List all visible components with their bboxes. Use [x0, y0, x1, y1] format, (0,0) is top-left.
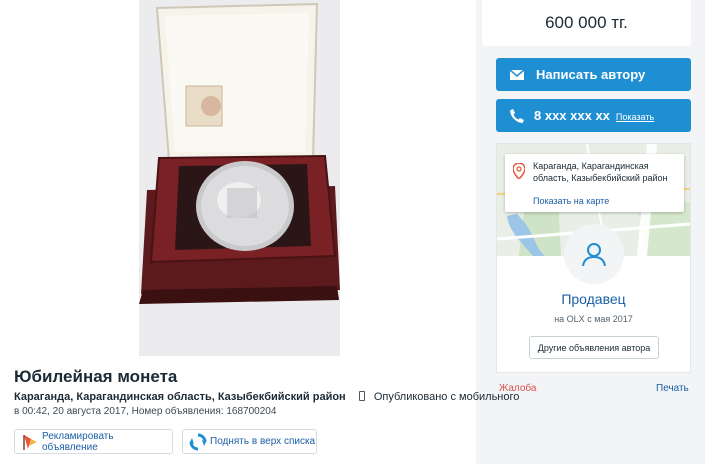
phone-number: 8 xxx xxx xx [534, 108, 610, 123]
write-author-label: Написать автору [536, 67, 646, 82]
product-photo[interactable] [139, 0, 340, 356]
price: 600 000 тг. [482, 0, 691, 46]
show-on-map-link[interactable]: Показать на карте [533, 196, 609, 206]
seller-avatar [564, 224, 624, 284]
listing-title: Юбилейная монета [14, 367, 178, 386]
complain-link[interactable]: Жалоба [499, 383, 536, 394]
raise-label: Поднять в верх списка [210, 436, 316, 447]
promote-label: Рекламировать объявление [42, 430, 114, 453]
seller-name[interactable]: Продавец [497, 291, 690, 307]
listing-published-meta: в 00:42, 20 августа 2017, Номер объявлен… [14, 406, 277, 417]
map-pin-icon [513, 163, 525, 179]
location-text: Караганда, Карагандинская область, Казыб… [533, 161, 668, 183]
user-icon [582, 243, 606, 267]
write-author-button[interactable]: Написать автору [496, 58, 691, 91]
listing-meta: Караганда, Карагандинская область, Казыб… [14, 391, 519, 403]
location-box: Караганда, Карагандинская область, Казыб… [505, 154, 684, 212]
raise-button[interactable]: Поднять в верх списка [182, 429, 317, 454]
raise-icon [189, 433, 207, 451]
listing-main: Юбилейная монета Караганда, Карагандинск… [0, 0, 519, 464]
seller-since: на OLX с мая 2017 [554, 314, 633, 324]
coin-box-image [139, 0, 340, 356]
mail-icon [510, 68, 524, 80]
listing-location: Караганда, Карагандинская область, Казыб… [14, 391, 346, 403]
print-link[interactable]: Печать [656, 383, 689, 394]
show-phone-link[interactable]: Показать [616, 112, 654, 122]
promote-icon [23, 435, 37, 450]
promote-button[interactable]: Рекламировать объявление [14, 429, 173, 454]
listing-page: Юбилейная монета Караганда, Карагандинск… [0, 0, 705, 464]
published-via: Опубликовано с мобильного [373, 391, 520, 403]
mobile-icon [358, 391, 365, 401]
seller-card: Караганда, Карагандинская область, Казыб… [496, 143, 691, 373]
other-ads-button[interactable]: Другие объявления автора [529, 336, 659, 359]
phone-icon [510, 108, 524, 123]
phone-button[interactable]: 8 xxx xxx xx Показать [496, 99, 691, 132]
